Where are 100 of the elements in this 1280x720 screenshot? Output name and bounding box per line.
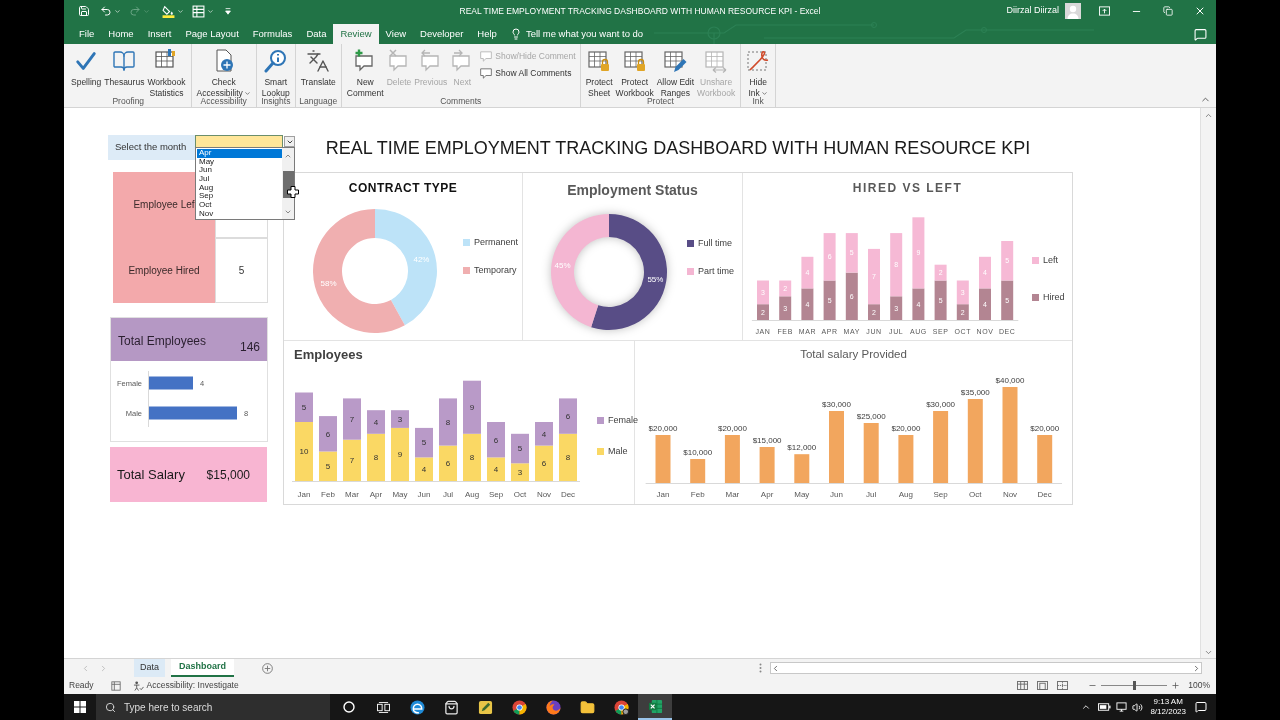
grid-arrows-icon xyxy=(704,49,729,73)
zoom-level-text[interactable]: 100% xyxy=(1188,679,1210,692)
bar-segment xyxy=(1001,241,1014,281)
data-label: 8 xyxy=(373,453,379,463)
data-label: 58% xyxy=(320,278,337,288)
legend-label: Permanent xyxy=(474,237,519,248)
chevron-left-icon[interactable] xyxy=(771,663,780,673)
menu-tab[interactable]: Insert xyxy=(140,24,179,44)
four-squares-icon[interactable] xyxy=(74,701,86,713)
comment-icon xyxy=(480,67,493,79)
axis-label: Aug xyxy=(898,490,913,499)
ribbon-small-button[interactable]: Show All Comments xyxy=(480,66,576,80)
clock-time: 9:13 AM xyxy=(1153,697,1183,707)
plus-icon[interactable] xyxy=(1171,681,1181,690)
menu-tab[interactable]: Data xyxy=(299,24,334,44)
zoom-slider[interactable] xyxy=(1101,681,1168,690)
ribbon-group-label: Comments xyxy=(440,95,482,106)
menu-tab[interactable]: Help xyxy=(470,24,504,44)
caret-icon[interactable] xyxy=(207,7,214,15)
spreadsheet-app-icon xyxy=(647,698,663,714)
table-icon[interactable] xyxy=(192,4,205,18)
ribbon-button[interactable]: New Comment xyxy=(345,47,385,99)
chevron-right-icon[interactable] xyxy=(1192,663,1201,673)
dropdown-button[interactable] xyxy=(284,136,295,147)
speaker-icon[interactable] xyxy=(1132,701,1144,713)
menu-tab[interactable]: Home xyxy=(101,24,141,44)
search-field[interactable]: Type here to search xyxy=(124,699,304,715)
monitor-icon[interactable] xyxy=(1116,702,1128,712)
sheet-tab[interactable]: Dashboard xyxy=(171,659,235,677)
menu-tab[interactable]: Developer xyxy=(413,24,471,44)
menu-tab[interactable]: View xyxy=(378,24,414,44)
chevron-down-icon[interactable] xyxy=(284,208,292,216)
legend-label: Part time xyxy=(698,266,734,277)
chart-bar xyxy=(933,411,949,483)
bar-segment xyxy=(415,457,433,481)
bar-triangle-icon[interactable] xyxy=(224,7,232,15)
grid-view-icon[interactable] xyxy=(1017,681,1029,690)
legend-label: Temporary xyxy=(474,265,517,276)
translate-icon xyxy=(306,49,331,73)
data-label: 5 xyxy=(325,462,331,472)
ribbon-button[interactable]: Thesaurus xyxy=(103,47,146,88)
legend-label: Full time xyxy=(698,238,732,249)
bar-segment xyxy=(845,272,858,320)
ribbon-button[interactable]: Smart Lookup xyxy=(260,47,291,99)
search-icon xyxy=(105,701,116,713)
month-option[interactable]: Apr xyxy=(197,149,282,158)
ribbon-button[interactable]: Check Accessibility xyxy=(195,47,252,99)
data-label: $25,000 xyxy=(856,412,886,421)
bar-segment xyxy=(823,233,836,281)
data-label: 8 xyxy=(565,453,571,463)
stat-value: 5 xyxy=(215,237,268,303)
zoom-slider-thumb[interactable] xyxy=(1132,681,1136,690)
caret-icon[interactable] xyxy=(114,7,121,15)
bar-segment xyxy=(779,280,792,297)
grid-pencil-icon xyxy=(663,49,688,73)
browser-icon xyxy=(511,699,527,715)
chart-title: Total salary Provided xyxy=(800,347,907,363)
caret-icon[interactable] xyxy=(177,7,184,15)
chart-title: Employment Status xyxy=(567,180,698,200)
menu-tab[interactable]: Formulas xyxy=(245,24,300,44)
ribbon-button[interactable]: Translate xyxy=(299,47,337,88)
ribbon-button[interactable]: Workbook Statistics xyxy=(146,47,187,99)
ribbon-button[interactable]: Protect Sheet xyxy=(584,47,614,99)
battery-icon[interactable] xyxy=(1098,703,1112,711)
axis-label: Jul xyxy=(442,490,454,499)
save-icon[interactable] xyxy=(78,5,90,17)
sheet-tab[interactable]: Data xyxy=(134,659,165,677)
chevron-down-icon[interactable] xyxy=(1204,648,1213,657)
data-label: 5 xyxy=(517,444,523,454)
split-page-view-icon[interactable] xyxy=(1057,681,1069,690)
bar-segment xyxy=(343,398,361,440)
taskbar-button[interactable] xyxy=(638,694,672,720)
taskbar-search-box[interactable]: Type here to search xyxy=(96,694,330,720)
menu-tab[interactable]: Review xyxy=(333,24,379,44)
chevron-up-icon[interactable] xyxy=(1081,702,1092,712)
ribbon-group-label: Ink xyxy=(752,95,764,106)
data-label: 6 xyxy=(493,435,499,445)
accessibility-status[interactable]: Accessibility: Investigate xyxy=(146,679,239,692)
undo-icon[interactable] xyxy=(100,5,112,17)
axis-label: Feb xyxy=(690,490,705,499)
paint-bucket-icon[interactable] xyxy=(162,4,175,18)
bar-segment xyxy=(823,280,836,320)
month-option[interactable]: May xyxy=(197,157,282,167)
comment-icon xyxy=(480,50,493,62)
data-label: 6 xyxy=(541,459,547,469)
menu-tab[interactable]: File xyxy=(72,24,102,44)
data-label: 6 xyxy=(325,429,331,439)
page-view-icon[interactable] xyxy=(1037,681,1049,690)
ribbon-button[interactable]: Spelling xyxy=(70,47,103,88)
data-label: 4 xyxy=(373,417,379,427)
plus-circle-icon[interactable] xyxy=(262,662,274,674)
grid-lock-icon xyxy=(622,49,647,73)
axis-label: Nov xyxy=(1002,490,1018,499)
card-value: 146 xyxy=(239,339,260,356)
bar-segment xyxy=(1001,280,1014,320)
menu-tab[interactable]: Page Layout xyxy=(178,24,246,44)
dashboard-title: REAL TIME EMPLOYMENT TRACKING DASHBOARD WITH HUMAN RESOURCE KPI xyxy=(325,137,1031,160)
tell-me-field[interactable]: Tell me what you want to do xyxy=(525,26,658,42)
folder-icon xyxy=(579,699,595,715)
speech-bubble-icon[interactable] xyxy=(1195,701,1207,713)
